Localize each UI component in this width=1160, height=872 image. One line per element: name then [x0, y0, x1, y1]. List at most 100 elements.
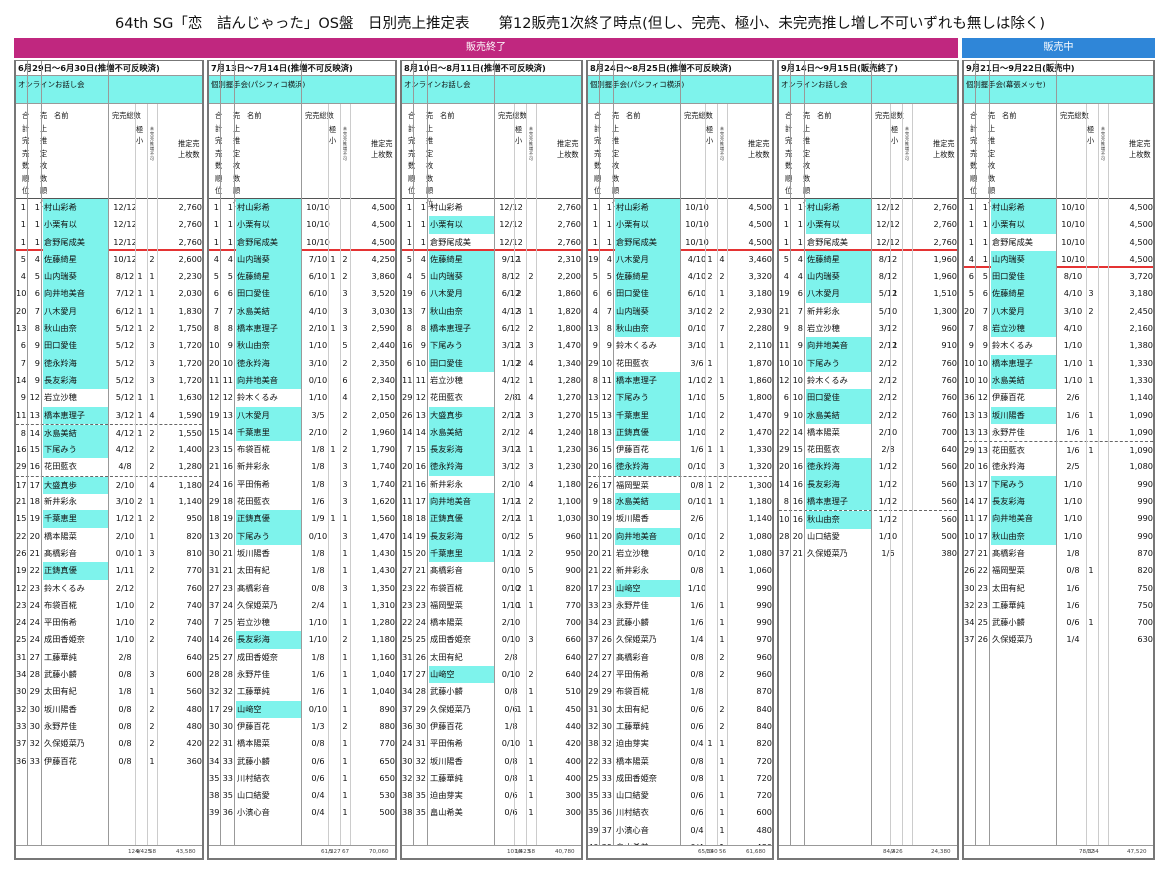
unsold-count: 4 [149, 479, 155, 490]
member-name: 小栗有以 [806, 216, 871, 234]
member-name: 水島美結 [429, 423, 494, 442]
estimated-sales: 360 [186, 755, 202, 766]
estimated-sales: 810 [186, 547, 202, 558]
tiny-count: 1 [330, 513, 336, 524]
unsold-count: 2 [342, 271, 348, 282]
estimated-sales: 510 [565, 686, 581, 697]
estimated-rank: 31 [222, 738, 233, 749]
estimated-sales: 990 [1137, 496, 1153, 507]
total-rank: 32 [964, 599, 975, 610]
sold-count: 3/10 [1063, 305, 1083, 316]
estimated-sales: 1,720 [178, 340, 202, 351]
estimated-sales: 2,760 [557, 236, 581, 247]
member-name: 倉野尾成美 [615, 233, 680, 251]
sold-count: 0/10 [308, 703, 328, 714]
estimated-rank: 4 [420, 253, 426, 264]
estimated-rank: 16 [222, 478, 233, 489]
member-name: 千葉恵里 [43, 510, 108, 528]
table-row: 12 23 鈴木くるみ 2/12 760 [16, 580, 202, 597]
total-rank: 38 [588, 738, 599, 749]
sold-count: 0/8 [311, 582, 325, 593]
total-rank: 20 [964, 305, 975, 316]
estimated-rank: 16 [792, 514, 803, 525]
estimated-sales: 2,150 [371, 392, 395, 403]
estimated-rank: 6 [420, 288, 426, 299]
table-row: 10 10 下尾みう 2/12 760 [779, 354, 957, 372]
estimated-sales: 1,330 [1129, 374, 1153, 385]
estimated-rank: 35 [222, 790, 233, 801]
total-rank: 27 [964, 547, 975, 558]
member-name: 花田藍衣 [430, 392, 463, 403]
sold-count: 10/10 [306, 236, 330, 247]
column-divider [613, 61, 614, 858]
member-name: 新井彩永 [616, 565, 649, 576]
estimated-rank: 16 [792, 478, 803, 489]
estimated-rank: 1 [982, 253, 988, 264]
unsold-count: 1 [719, 599, 725, 610]
total-rank: 17 [402, 669, 413, 680]
table-row: 34 25 武藤小麟 0/6 1 700 [964, 614, 1153, 631]
column-header: 合計完売数順位売上推定枚数順位名前完売総数極小未完売推増不可推定売上枚数 [402, 104, 581, 208]
member-name: 橋本恵理子 [43, 406, 108, 424]
estimated-rank: 30 [222, 720, 233, 731]
estimated-rank: 24 [29, 599, 40, 610]
column-divider [890, 104, 891, 858]
member-name: 山口結愛 [616, 790, 649, 801]
footer-unsold: 58 [528, 849, 536, 855]
sold-count: 1/6 [1066, 445, 1080, 456]
estimated-rank: 25 [415, 634, 426, 645]
estimated-rank: 27 [29, 651, 40, 662]
sold-count: 1/10 [1063, 496, 1083, 507]
total-rank: 1 [783, 219, 789, 230]
table-row: 8 8 橋本恵理子 2/10 1 3 2,590 [209, 320, 395, 338]
unsold-count: 1 [528, 703, 534, 714]
member-name: 向井地美音 [43, 285, 108, 303]
table-row: 34 33 武藤小麟 0/6 1 650 [209, 753, 395, 770]
table-row: 14 26 長友彩海 1/10 2 1,180 [209, 631, 395, 649]
estimated-rank: 5 [34, 271, 40, 282]
estimated-sales: 1,280 [371, 617, 395, 628]
tiny-count: 1 [330, 271, 336, 282]
member-name: 大盛真歩 [429, 406, 494, 424]
estimated-sales: 1,060 [748, 565, 772, 576]
total-rank: 12 [209, 392, 220, 403]
member-name: 下尾みう [43, 441, 108, 459]
sold-count: 12/12 [113, 236, 137, 247]
page-title: 64th SG「恋 詰んじゃった」OS盤 日別売上推定表 第12販売1次終了時点… [115, 16, 1045, 32]
unsold-count: 2 [719, 651, 725, 662]
total-rank: 22 [209, 738, 220, 749]
unsold-count: 1 [149, 271, 155, 282]
table-row: 7 25 岩立沙穂 1/10 1 1,280 [209, 614, 395, 631]
tiny-count: 2 [516, 357, 522, 368]
estimated-sales: 4,500 [1129, 253, 1153, 264]
column-divider [536, 104, 537, 858]
estimated-rank: 10 [792, 374, 803, 385]
sold-count: 1/10 [1063, 478, 1083, 489]
member-name: 向井地美音 [429, 493, 494, 511]
total-rank: 8 [213, 323, 219, 334]
estimated-sales: 2,760 [178, 202, 202, 212]
estimated-rank: 4 [34, 253, 40, 264]
table-row: 28 20 山口結愛 1/10 500 [779, 528, 957, 545]
estimated-sales: 450 [565, 703, 581, 714]
sold-count: 4/12 [501, 374, 521, 385]
unsold-count: 5 [719, 392, 725, 403]
estimated-sales: 1,300 [933, 305, 957, 316]
column-divider [975, 61, 976, 858]
estimated-sales: 640 [565, 669, 581, 680]
unsold-count: 5 [528, 565, 534, 576]
estimated-sales: 3,180 [1129, 288, 1153, 299]
estimated-rank: 8 [606, 323, 612, 334]
total-rank: 24 [209, 478, 220, 489]
sold-count: 1/6 [311, 496, 325, 507]
total-rank: 13 [209, 530, 220, 541]
column-footer: 78/334 12 47,520 [964, 845, 1153, 858]
total-rank: 31 [588, 703, 599, 714]
estimated-rank: 1 [420, 219, 426, 230]
sold-count: 5/12 [115, 340, 135, 351]
sold-count: 10/10 [1061, 202, 1085, 212]
tiny-count: 1 [1088, 409, 1094, 420]
total-rank: 13 [964, 409, 975, 420]
table-row: 1 1 倉野尾成美 12/12 2,760 [16, 233, 202, 251]
column-date: 9月14日～9月15日(販売終了) [779, 61, 957, 76]
